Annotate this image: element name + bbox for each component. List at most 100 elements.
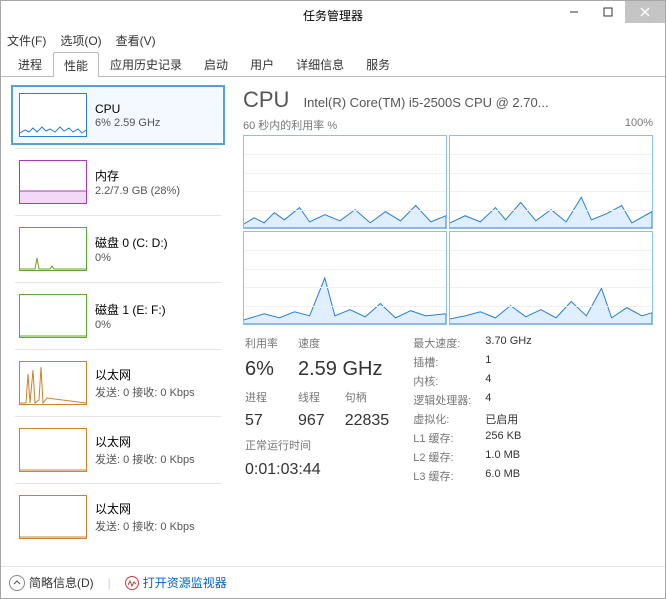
l3-value: 6.0 MB [485,468,531,484]
cores-label: 内核: [413,373,471,389]
main-head: CPU Intel(R) Core(TM) i5-2500S CPU @ 2.7… [241,85,655,115]
sidebar-item-sub: 0% [95,319,166,331]
sidebar-item-label: 以太网 [95,500,195,517]
fewer-details-label: 简略信息(D) [29,574,94,591]
stats: 利用率 速度 6% 2.59 GHz 进程 线程 句柄 57 967 22835… [241,333,655,484]
sidebar-item-label: 磁盘 0 (C: D:) [95,234,168,251]
sidebar-item-label: 内存 [95,167,180,184]
sockets-value: 1 [485,354,531,370]
cpu-chart-2 [243,231,447,325]
window-buttons [557,1,665,23]
divider [15,483,221,484]
sidebar-item-cpu[interactable]: CPU 6% 2.59 GHz [11,85,225,145]
sidebar-text: 内存 2.2/7.9 GB (28%) [95,160,180,204]
sidebar-text: CPU 6% 2.59 GHz [95,93,160,137]
sidebar-item-disk1[interactable]: 磁盘 1 (E: F:) 0% [11,286,225,346]
net-thumb [19,428,87,472]
sidebar-text: 以太网 发送: 0 接收: 0 Kbps [95,495,195,539]
net-thumb [19,495,87,539]
sidebar-text: 以太网 发送: 0 接收: 0 Kbps [95,428,195,472]
sidebar-text: 磁盘 1 (E: F:) 0% [95,294,166,338]
tab-users[interactable]: 用户 [239,51,285,76]
maximize-button[interactable] [591,1,625,23]
open-resource-monitor-link[interactable]: 打开资源监视器 [125,574,227,591]
fewer-details-button[interactable]: 简略信息(D) [9,574,94,591]
stats-left: 利用率 速度 6% 2.59 GHz 进程 线程 句柄 57 967 22835… [245,335,389,484]
chart-label-right: 100% [625,117,653,133]
thread-value: 967 [298,412,325,435]
sidebar-item-ethernet1[interactable]: 以太网 发送: 0 接收: 0 Kbps [11,353,225,413]
divider [15,215,221,216]
sockets-label: 插槽: [413,354,471,370]
cpu-chart-1 [449,135,653,229]
l1-label: L1 缓存: [413,430,471,446]
tab-processes[interactable]: 进程 [7,51,53,76]
handle-label: 句柄 [345,389,390,410]
sidebar-item-sub: 2.2/7.9 GB (28%) [95,185,180,197]
main-panel: CPU Intel(R) Core(TM) i5-2500S CPU @ 2.7… [241,85,655,560]
tab-app-history[interactable]: 应用历史记录 [99,51,193,76]
proc-label: 进程 [245,389,278,410]
max-speed-label: 最大速度: [413,335,471,351]
sidebar-item-sub: 6% 2.59 GHz [95,117,160,129]
menu-file[interactable]: 文件(F) [7,32,46,49]
uptime-value: 0:01:03:44 [245,461,389,484]
l1-value: 256 KB [485,430,531,446]
util-label: 利用率 [245,335,278,356]
handle-value: 22835 [345,412,390,435]
chart-label-left: 60 秒内的利用率 % [243,117,337,133]
tab-startup[interactable]: 启动 [193,51,239,76]
sidebar-item-sub: 发送: 0 接收: 0 Kbps [95,451,195,467]
sidebar-text: 以太网 发送: 0 接收: 0 Kbps [95,361,195,405]
l2-value: 1.0 MB [485,449,531,465]
task-manager-window: 任务管理器 文件(F) 选项(O) 查看(V) 进程 性能 应用历史记录 启动 … [0,0,666,599]
virt-value: 已启用 [485,411,531,427]
titlebar: 任务管理器 [1,1,665,29]
sidebar-item-ethernet2[interactable]: 以太网 发送: 0 接收: 0 Kbps [11,420,225,480]
tabs: 进程 性能 应用历史记录 启动 用户 详细信息 服务 [1,51,665,77]
max-speed-value: 3.70 GHz [485,335,531,351]
divider [15,349,221,350]
proc-value: 57 [245,412,278,435]
sidebar-item-ethernet3[interactable]: 以太网 发送: 0 接收: 0 Kbps [11,487,225,547]
divider [15,148,221,149]
stats-right: 最大速度: 3.70 GHz 插槽: 1 内核: 4 逻辑处理器: 4 虚拟化:… [413,335,532,484]
cores-value: 4 [485,373,531,389]
tab-details[interactable]: 详细信息 [285,51,355,76]
menu-options[interactable]: 选项(O) [60,32,101,49]
sidebar-item-sub: 发送: 0 接收: 0 Kbps [95,518,195,534]
menubar: 文件(F) 选项(O) 查看(V) [1,29,665,51]
sidebar-item-label: 以太网 [95,366,195,383]
sidebar-item-label: 以太网 [95,433,195,450]
l3-label: L3 缓存: [413,468,471,484]
resmon-label: 打开资源监视器 [143,574,227,591]
disk-thumb [19,294,87,338]
chevron-up-icon [9,575,25,591]
chart-label-row: 60 秒内的利用率 % 100% [241,115,655,133]
sidebar-item-memory[interactable]: 内存 2.2/7.9 GB (28%) [11,152,225,212]
uptime-label: 正常运行时间 [245,437,389,458]
menu-view[interactable]: 查看(V) [116,32,156,49]
sidebar: CPU 6% 2.59 GHz 内存 2.2/7.9 GB (28%) [11,85,231,560]
body: CPU 6% 2.59 GHz 内存 2.2/7.9 GB (28%) [1,77,665,566]
sidebar-item-disk0[interactable]: 磁盘 0 (C: D:) 0% [11,219,225,279]
sidebar-text: 磁盘 0 (C: D:) 0% [95,227,168,271]
l2-label: L2 缓存: [413,449,471,465]
disk-thumb [19,227,87,271]
tab-services[interactable]: 服务 [355,51,401,76]
cpu-chart-3 [449,231,653,325]
cpu-chart-0 [243,135,447,229]
sidebar-item-sub: 发送: 0 接收: 0 Kbps [95,384,195,400]
virt-label: 虚拟化: [413,411,471,427]
lproc-label: 逻辑处理器: [413,392,471,408]
footer: 简略信息(D) | 打开资源监视器 [1,566,665,598]
minimize-button[interactable] [557,1,591,23]
cpu-model: Intel(R) Core(TM) i5-2500S CPU @ 2.70... [303,95,653,110]
cpu-thumb [19,93,87,137]
sidebar-item-label: CPU [95,102,160,116]
close-button[interactable] [625,1,665,23]
cpu-heading: CPU [243,87,289,113]
speed-value: 2.59 GHz [298,358,389,386]
speed-label: 速度 [298,335,325,356]
tab-performance[interactable]: 性能 [53,52,99,77]
